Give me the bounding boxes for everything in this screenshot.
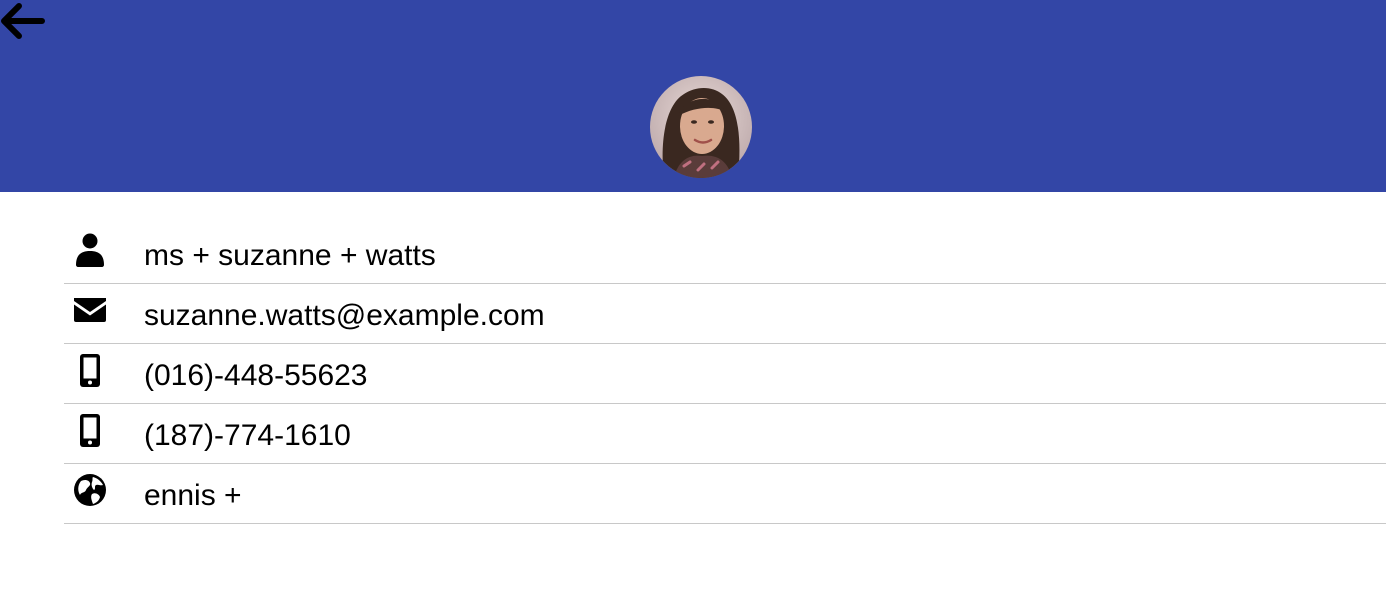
name-row: ms + suzanne + watts — [64, 224, 1386, 284]
globe-icon — [74, 474, 106, 506]
phone-text: (016)-448-55623 — [144, 359, 368, 392]
location-row: ennis + — [64, 464, 1386, 524]
back-button[interactable] — [0, 0, 46, 44]
cell-row: (187)-774-1610 — [64, 404, 1386, 464]
location-text: ennis + — [144, 479, 242, 512]
cell-text: (187)-774-1610 — [144, 419, 351, 452]
phone-row: (016)-448-55623 — [64, 344, 1386, 404]
email-row: suzanne.watts@example.com — [64, 284, 1386, 344]
mobile-phone-icon — [80, 414, 100, 447]
email-text: suzanne.watts@example.com — [144, 299, 545, 332]
person-icon — [76, 233, 104, 267]
envelope-icon — [74, 298, 106, 322]
name-text: ms + suzanne + watts — [144, 239, 436, 272]
mobile-phone-icon — [80, 354, 100, 387]
contact-details-list: ms + suzanne + watts suzanne.watts@examp… — [64, 224, 1386, 524]
profile-header — [0, 0, 1386, 192]
avatar — [650, 76, 752, 178]
arrow-left-icon — [1, 3, 45, 39]
